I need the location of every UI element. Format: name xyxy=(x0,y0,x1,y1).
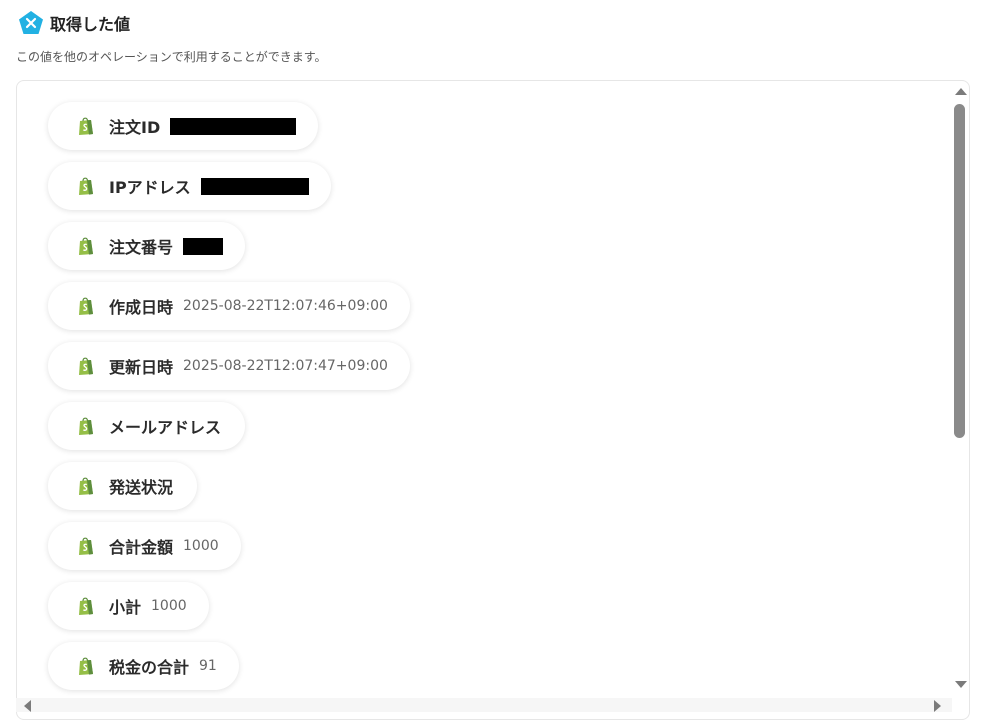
value-item-label: 税金の合計 xyxy=(109,658,190,677)
page-description: この値を他のオペレーションで利用することができます。 xyxy=(16,50,327,64)
page-title: 取得した値 xyxy=(50,15,131,34)
redacted-value xyxy=(170,117,297,135)
value-item[interactable]: 合計金額 1000 xyxy=(48,522,241,570)
value-item[interactable]: IPアドレス xyxy=(48,162,331,210)
shopify-bag-icon xyxy=(77,476,95,496)
scroll-down-arrow-icon[interactable] xyxy=(955,681,967,688)
value-item-label: メールアドレス xyxy=(109,418,222,437)
value-item[interactable]: 注文番号 xyxy=(48,222,246,270)
value-item-label: IPアドレス xyxy=(109,178,191,197)
value-item[interactable]: 作成日時 2025-08-22T12:07:46+09:00 xyxy=(48,282,410,330)
value-item[interactable]: 更新日時 2025-08-22T12:07:47+09:00 xyxy=(48,342,410,390)
value-item[interactable]: 注文ID xyxy=(48,102,319,150)
value-item-value: 2025-08-22T12:07:47+09:00 xyxy=(183,358,388,374)
shopify-bag-icon xyxy=(77,116,95,136)
redacted-value xyxy=(200,177,309,195)
shopify-bag-icon xyxy=(77,296,95,316)
value-item-label: 更新日時 xyxy=(109,358,174,377)
scroll-up-arrow-icon[interactable] xyxy=(955,88,967,95)
values-panel: 注文ID IPアドレス 注文番号作成日時 2025-08-22T12:07:46+09… xyxy=(16,80,970,720)
value-item[interactable]: 税金の合計 91 xyxy=(48,642,239,690)
value-item[interactable]: 小計 1000 xyxy=(48,582,209,630)
value-item-value: 2025-08-22T12:07:46+09:00 xyxy=(183,298,388,314)
value-item[interactable]: メールアドレス xyxy=(48,402,246,450)
value-item-label: 小計 xyxy=(109,598,142,617)
shopify-bag-icon xyxy=(77,176,95,196)
value-item-value: 91 xyxy=(199,658,217,674)
yoom-logo-icon xyxy=(18,10,44,36)
shopify-bag-icon xyxy=(77,416,95,436)
shopify-bag-icon xyxy=(77,236,95,256)
value-item-label: 注文ID xyxy=(109,118,161,137)
vertical-scrollbar[interactable] xyxy=(952,84,968,692)
value-item-value: 1000 xyxy=(183,538,219,554)
shopify-bag-icon xyxy=(77,596,95,616)
shopify-bag-icon xyxy=(77,356,95,376)
value-item-value: 1000 xyxy=(151,598,187,614)
scroll-right-arrow-icon[interactable] xyxy=(934,700,941,712)
scroll-left-arrow-icon[interactable] xyxy=(24,700,31,712)
shopify-bag-icon xyxy=(77,536,95,556)
value-item-label: 発送状況 xyxy=(109,478,174,497)
value-item[interactable]: 発送状況 xyxy=(48,462,198,510)
scroll-thumb[interactable] xyxy=(954,104,965,438)
value-item-label: 注文番号 xyxy=(109,238,174,257)
header: 取得した値 xyxy=(18,9,130,37)
value-item-label: 合計金額 xyxy=(109,538,174,557)
redacted-value xyxy=(183,237,224,255)
horizontal-scrollbar[interactable] xyxy=(16,698,952,712)
value-item-label: 作成日時 xyxy=(109,298,174,317)
shopify-bag-icon xyxy=(77,656,95,676)
